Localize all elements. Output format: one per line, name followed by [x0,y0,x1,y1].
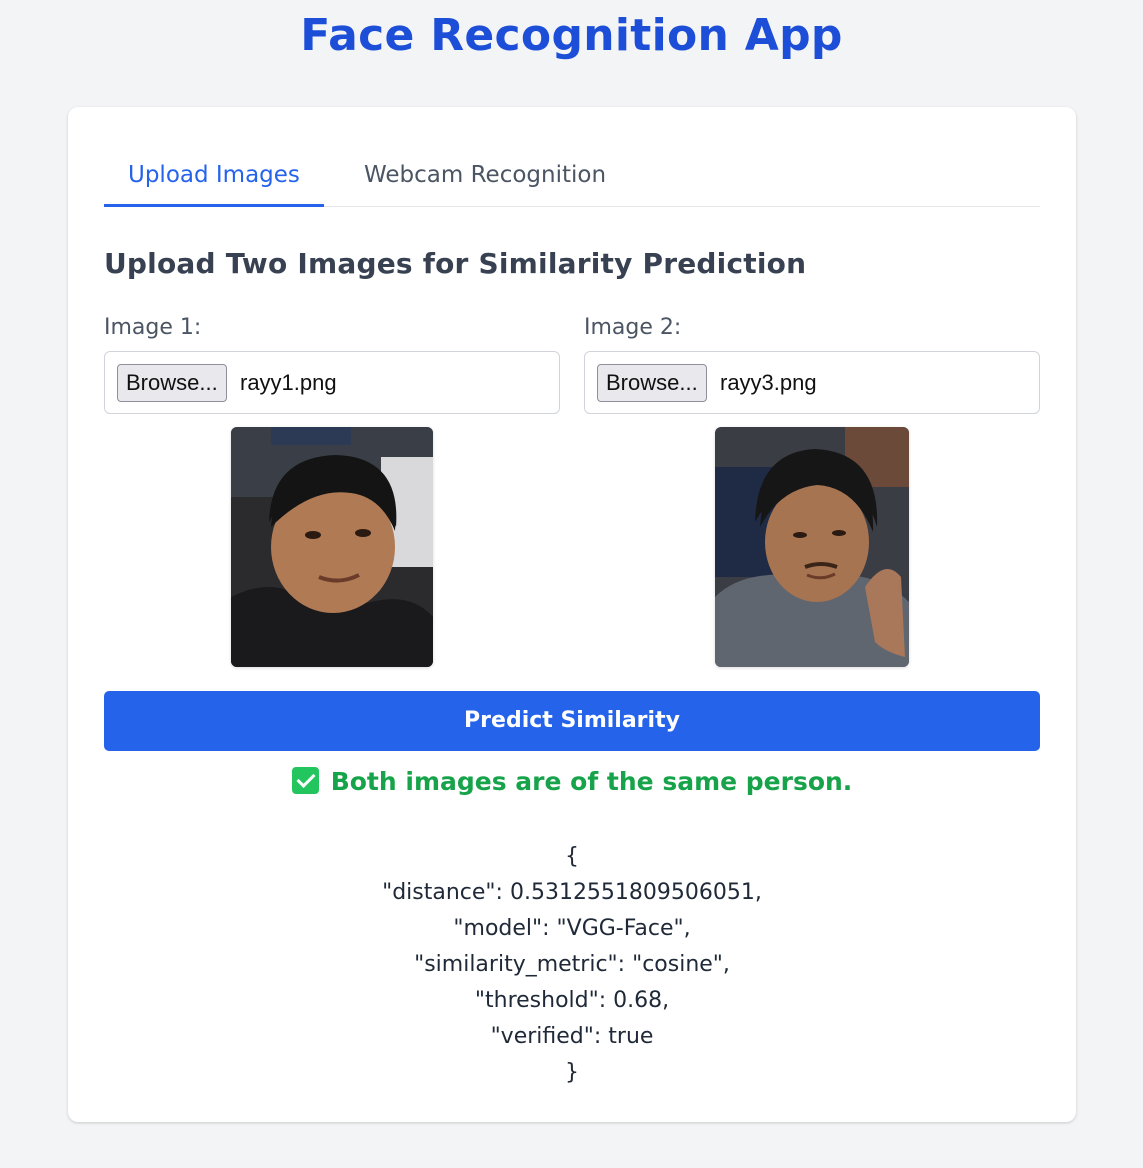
image2-preview [715,427,909,667]
image2-browse-button[interactable]: Browse... [597,364,707,402]
json-line-similarity-metric: "similarity_metric": "cosine", [414,952,730,977]
app-title: Face Recognition App [300,10,843,61]
json-close-brace: } [565,1060,579,1085]
image2-label: Image 2: [584,315,682,340]
section-title: Upload Two Images for Similarity Predict… [104,247,807,280]
tab-upload-images[interactable]: Upload Images [104,157,324,207]
json-result-output: { "distance": 0.5312551809506051, "model… [68,839,1076,1091]
image1-label: Image 1: [104,315,202,340]
image1-browse-button[interactable]: Browse... [117,364,227,402]
image1-preview [231,427,433,667]
tab-webcam-recognition[interactable]: Webcam Recognition [340,157,630,207]
main-card: Upload Images Webcam Recognition Upload … [68,107,1076,1122]
tab-bar: Upload Images Webcam Recognition [104,157,1040,207]
image1-file-name: rayy1.png [240,370,337,395]
predict-similarity-button[interactable]: Predict Similarity [104,691,1040,751]
image2-file-name: rayy3.png [720,370,817,395]
result-text: Both images are of the same person. [330,767,853,796]
image2-file-input[interactable]: Browse... rayy3.png [584,351,1040,414]
result-message: Both images are of the same person. [68,767,1076,796]
json-open-brace: { [565,844,579,869]
json-line-model: "model": "VGG-Face", [453,916,691,941]
json-line-threshold: "threshold": 0.68, [474,988,670,1013]
image1-file-input[interactable]: Browse... rayy1.png [104,351,560,414]
json-line-verified: "verified": true [490,1024,654,1049]
check-box-icon [291,767,319,794]
json-line-distance: "distance": 0.5312551809506051, [382,880,762,905]
